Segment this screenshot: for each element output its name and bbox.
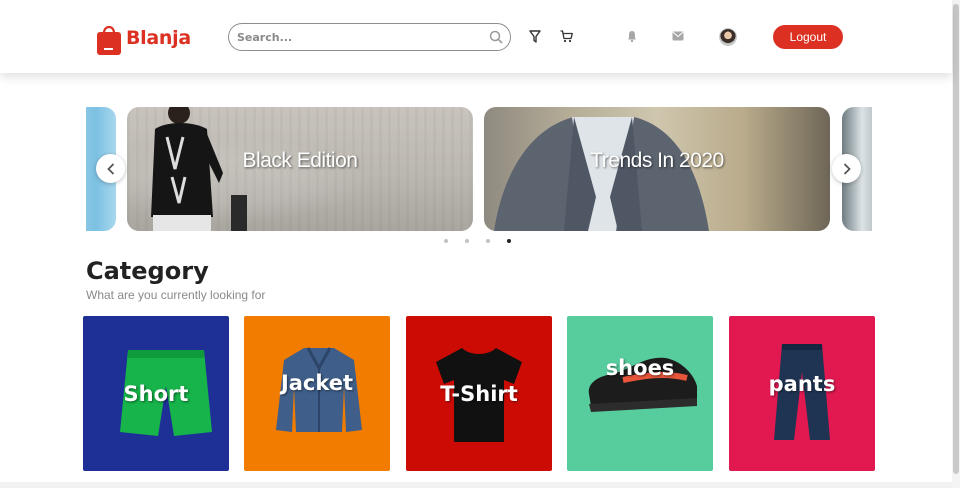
brand-logo[interactable]: Blanja: [96, 20, 191, 56]
filter-icon[interactable]: [529, 30, 541, 43]
carousel-prev-button[interactable]: [96, 154, 125, 183]
slide-title: Trends In 2020: [590, 149, 724, 172]
category-card-pants[interactable]: pants: [729, 316, 875, 471]
carousel-dot[interactable]: [486, 239, 490, 243]
slide-title: Black Edition: [242, 149, 358, 172]
carousel-slide-black-edition[interactable]: Black Edition: [127, 107, 473, 231]
scrollbar-thumb[interactable]: [953, 4, 959, 474]
scrollbar[interactable]: [952, 0, 960, 488]
carousel-dots: [444, 239, 511, 243]
shopping-bag-icon: [97, 25, 121, 55]
carousel-next-button[interactable]: [832, 154, 861, 183]
carousel-dot-active[interactable]: [507, 239, 511, 243]
avatar[interactable]: [719, 28, 737, 46]
category-card-short[interactable]: Short: [83, 316, 229, 471]
section-subtitle: What are you currently looking for: [86, 288, 266, 302]
category-label: pants: [768, 372, 836, 396]
navbar: Blanja Logout: [0, 0, 952, 73]
mail-icon[interactable]: [672, 31, 684, 41]
category-label: T-Shirt: [440, 382, 518, 406]
bell-icon[interactable]: [627, 30, 637, 42]
section-title: Category: [86, 257, 209, 285]
promo-carousel: Black Edition Trends In 2020: [86, 107, 872, 231]
category-label: shoes: [605, 356, 675, 380]
page-footer-edge: [0, 482, 952, 488]
category-card-shoes[interactable]: shoes: [567, 316, 713, 471]
chevron-left-icon: [106, 162, 114, 175]
carousel-dot[interactable]: [465, 239, 469, 243]
carousel-dot[interactable]: [444, 239, 448, 243]
search-input[interactable]: [237, 27, 477, 47]
search-icon[interactable]: [489, 30, 503, 44]
category-label: Short: [123, 382, 189, 406]
logout-button[interactable]: Logout: [773, 25, 843, 49]
category-card-t-shirt[interactable]: T-Shirt: [406, 316, 552, 471]
category-label: Jacket: [280, 371, 354, 395]
search-bar: [228, 23, 511, 51]
page: Blanja Logout: [0, 0, 960, 488]
category-card-jacket[interactable]: Jacket: [244, 316, 390, 471]
carousel-slide-trends-2020[interactable]: Trends In 2020: [484, 107, 830, 231]
brand-name: Blanja: [126, 27, 191, 49]
chevron-right-icon: [843, 162, 851, 175]
cart-icon[interactable]: [560, 30, 573, 43]
